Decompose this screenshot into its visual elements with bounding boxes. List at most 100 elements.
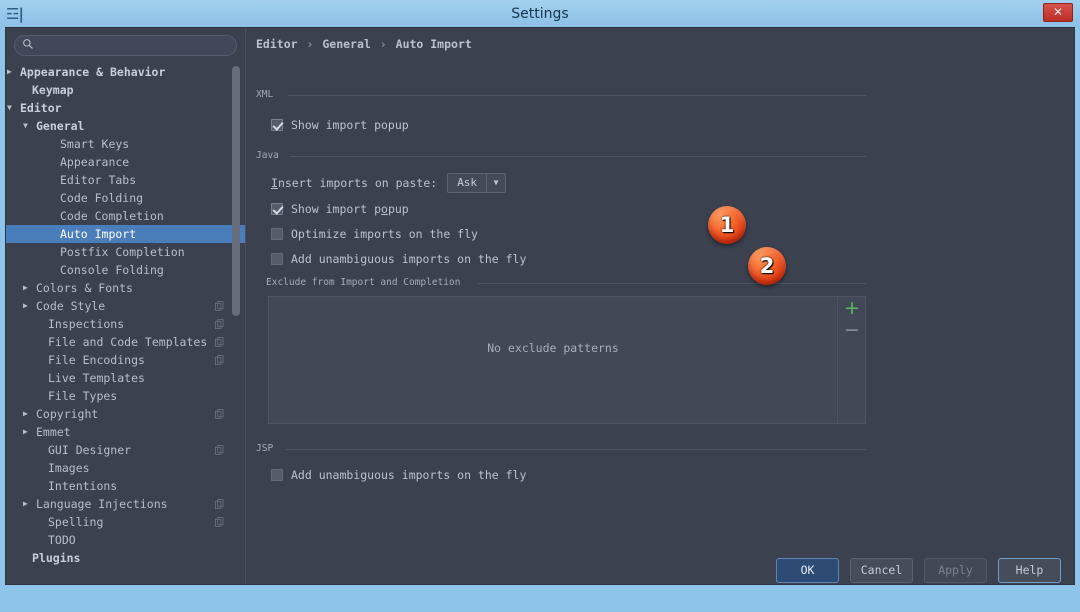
- cancel-button[interactable]: Cancel: [850, 558, 913, 583]
- sidebar-item-label: General: [36, 119, 85, 133]
- sidebar-item-spelling[interactable]: Spelling: [6, 513, 245, 531]
- sidebar-item-code-completion[interactable]: Code Completion: [6, 207, 245, 225]
- sidebar-item-label: Code Completion: [60, 209, 164, 223]
- copy-settings-icon[interactable]: [215, 319, 224, 329]
- group-divider: [288, 95, 866, 96]
- java-add-unambiguous-label: Add unambiguous imports on the fly: [291, 252, 527, 266]
- footer-buttons: OK Cancel Apply Help: [776, 558, 1061, 583]
- ok-button[interactable]: OK: [776, 558, 839, 583]
- chevron-right-icon[interactable]: ▶: [23, 423, 28, 441]
- exclude-group-label: Exclude from Import and Completion: [266, 277, 461, 288]
- search-container: [6, 28, 245, 60]
- copy-settings-icon[interactable]: [215, 337, 224, 347]
- sidebar-item-label: Appearance: [60, 155, 130, 169]
- sidebar-item-code-style[interactable]: ▶ Code Style: [6, 297, 245, 315]
- sidebar-item-label: Postfix Completion: [60, 245, 185, 259]
- xml-group-label: XML: [256, 89, 274, 100]
- checkbox-unchecked-icon: [271, 469, 283, 481]
- sidebar-item-smart-keys[interactable]: Smart Keys: [6, 135, 245, 153]
- xml-show-import-popup-label: Show import popup: [291, 118, 409, 132]
- java-optimize-imports-label: Optimize imports on the fly: [291, 227, 478, 241]
- java-add-unambiguous-checkbox[interactable]: Add unambiguous imports on the fly: [271, 252, 526, 266]
- sidebar-item-label: File Types: [48, 389, 118, 403]
- sidebar-item-emmet[interactable]: ▶ Emmet: [6, 423, 245, 441]
- search-box[interactable]: [14, 35, 237, 56]
- window-title: Settings: [511, 5, 569, 22]
- copy-settings-icon[interactable]: [215, 445, 224, 455]
- close-icon[interactable]: ✕: [1043, 3, 1073, 22]
- sidebar-item-todo[interactable]: TODO: [6, 531, 245, 549]
- chevron-right-icon[interactable]: ▶: [23, 405, 28, 423]
- sidebar-item-label: Copyright: [36, 407, 99, 421]
- sidebar-item-label: Editor Tabs: [60, 173, 137, 187]
- java-optimize-imports-checkbox[interactable]: Optimize imports on the fly: [271, 227, 478, 241]
- sidebar-item-file-encodings[interactable]: File Encodings: [6, 351, 245, 369]
- java-group-title: Java: [256, 150, 866, 162]
- sidebar-item-file-and-code-templates[interactable]: File and Code Templates: [6, 333, 245, 351]
- sidebar-item-inspections[interactable]: Inspections: [6, 315, 245, 333]
- copy-settings-icon[interactable]: [215, 499, 224, 509]
- insert-imports-value: Ask: [457, 176, 478, 189]
- group-divider: [286, 449, 866, 450]
- copy-settings-icon[interactable]: [215, 301, 224, 311]
- sidebar-item-label: Console Folding: [60, 263, 164, 277]
- java-show-import-popup-checkbox[interactable]: Show import popup: [271, 202, 409, 216]
- sidebar-item-label: Auto Import: [60, 227, 137, 241]
- settings-detail-panel: Editor › General › Auto Import XML Show …: [246, 28, 1074, 584]
- sidebar-item-postfix-completion[interactable]: Postfix Completion: [6, 243, 245, 261]
- breadcrumb-part-general[interactable]: General: [322, 37, 370, 51]
- copy-settings-icon[interactable]: [215, 517, 224, 527]
- sidebar-item-language-injections[interactable]: ▶ Language Injections: [6, 495, 245, 513]
- chevron-down-icon[interactable]: ▼: [7, 99, 12, 117]
- jsp-add-unambiguous-checkbox[interactable]: Add unambiguous imports on the fly: [271, 468, 526, 482]
- sidebar-item-code-folding[interactable]: Code Folding: [6, 189, 245, 207]
- chevron-right-icon[interactable]: ▶: [23, 495, 28, 513]
- insert-imports-on-paste-row: Insert imports on paste: Ask ▼: [271, 173, 507, 193]
- sidebar-item-plugins[interactable]: Plugins: [6, 549, 245, 567]
- checkbox-checked-icon: [271, 119, 283, 131]
- sidebar-item-label: Spelling: [48, 515, 104, 529]
- sidebar-item-console-folding[interactable]: Console Folding: [6, 261, 245, 279]
- chevron-right-icon[interactable]: ▶: [23, 279, 28, 297]
- add-pattern-icon[interactable]: +: [838, 297, 866, 319]
- copy-settings-icon[interactable]: [215, 355, 224, 365]
- sidebar-item-editor[interactable]: ▼ Editor: [6, 99, 245, 117]
- sidebar-item-copyright[interactable]: ▶ Copyright: [6, 405, 245, 423]
- sidebar-scrollbar[interactable]: [232, 66, 240, 316]
- sidebar-item-label: Inspections: [48, 317, 125, 331]
- sidebar-item-editor-tabs[interactable]: Editor Tabs: [6, 171, 245, 189]
- apply-button[interactable]: Apply: [924, 558, 987, 583]
- search-input[interactable]: [39, 36, 229, 55]
- chevron-right-icon[interactable]: ▶: [7, 63, 12, 81]
- sidebar-item-auto-import[interactable]: Auto Import: [6, 225, 245, 243]
- checkbox-unchecked-icon: [271, 228, 283, 240]
- sidebar-item-appearance-behavior[interactable]: ▶ Appearance & Behavior: [6, 63, 245, 81]
- breadcrumb-part-editor[interactable]: Editor: [256, 37, 298, 51]
- sidebar-item-intentions[interactable]: Intentions: [6, 477, 245, 495]
- xml-show-import-popup-checkbox[interactable]: Show import popup: [271, 118, 409, 132]
- dialog-body: ▶ Appearance & Behavior Keymap ▼ Editor ▼ Gene…: [5, 27, 1075, 585]
- sidebar-item-keymap[interactable]: Keymap: [6, 81, 245, 99]
- help-button[interactable]: Help: [998, 558, 1061, 583]
- sidebar-item-images[interactable]: Images: [6, 459, 245, 477]
- sidebar-item-file-types[interactable]: File Types: [6, 387, 245, 405]
- xml-group-title: XML: [256, 89, 866, 101]
- sidebar-item-label: TODO: [48, 533, 76, 547]
- sidebar-item-label: Smart Keys: [60, 137, 130, 151]
- chevron-down-icon[interactable]: ▼: [23, 117, 28, 135]
- copy-settings-icon[interactable]: [215, 409, 224, 419]
- chevron-right-icon[interactable]: ▶: [23, 297, 28, 315]
- exclude-toolbar: + −: [837, 297, 865, 423]
- sidebar-item-colors-fonts[interactable]: ▶ Colors & Fonts: [6, 279, 245, 297]
- xml-group: XML: [256, 89, 866, 101]
- breadcrumb: Editor › General › Auto Import: [256, 37, 472, 51]
- annotation-badge-2: 2: [748, 247, 786, 285]
- sidebar-item-general[interactable]: ▼ General: [6, 117, 245, 135]
- sidebar-item-gui-designer[interactable]: GUI Designer: [6, 441, 245, 459]
- exclude-patterns-list[interactable]: No exclude patterns + −: [268, 296, 866, 424]
- insert-imports-dropdown[interactable]: Ask ▼: [447, 173, 507, 193]
- sidebar-item-live-templates[interactable]: Live Templates: [6, 369, 245, 387]
- dialog-footer: OK Cancel Apply Help: [5, 558, 1075, 612]
- sidebar-item-appearance[interactable]: Appearance: [6, 153, 245, 171]
- remove-pattern-icon[interactable]: −: [838, 319, 866, 341]
